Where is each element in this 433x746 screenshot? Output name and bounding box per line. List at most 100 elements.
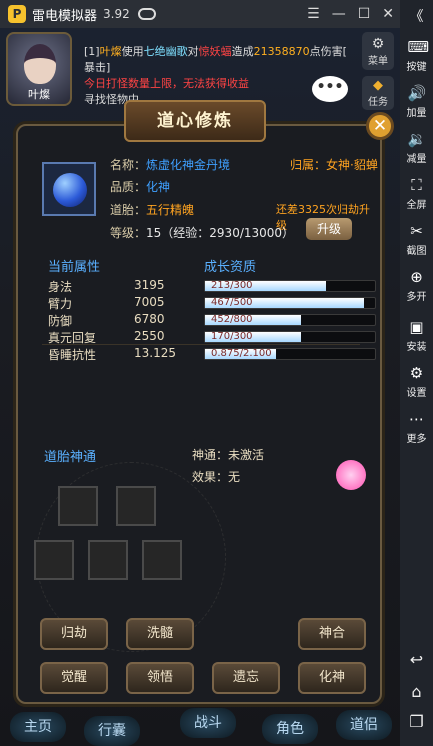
sidebar-item-multi-open[interactable]: ⊕ 多开 [400, 268, 433, 303]
sidebar-item-screenshot[interactable]: ✂ 截图 [400, 222, 433, 257]
item-slot[interactable] [42, 162, 96, 216]
nav-partner[interactable]: 道侣 [336, 710, 392, 740]
skill-slot[interactable] [58, 486, 98, 526]
minimize-icon[interactable]: — [332, 6, 346, 22]
growth-bar: 213/300 [204, 280, 376, 292]
growth-bar-text: 170/300 [211, 331, 253, 342]
emulator-logo-icon: P [8, 5, 26, 23]
belong-text: 归属：女神·貂蝉 [290, 158, 378, 172]
skill-slot[interactable] [34, 540, 74, 580]
attr-name: 防御 [48, 314, 73, 328]
bottom-nav: 主页 行囊 战斗 角色 道侣 [0, 704, 400, 746]
apk-install-icon: ▣ [409, 318, 424, 336]
more-icon: ⋯ [409, 410, 424, 428]
player-avatar[interactable]: 叶燦 [6, 32, 72, 106]
scissors-icon: ✂ [410, 222, 423, 240]
sidebar-item-settings[interactable]: ⚙ 设置 [400, 364, 433, 399]
attr-name: 昏睡抗性 [48, 348, 97, 362]
keyboard-icon: ⌨ [407, 38, 430, 56]
emulator-title: 雷电模拟器 [32, 8, 98, 24]
skill-slot[interactable] [116, 486, 156, 526]
volume-up-icon: 🔊 [407, 84, 427, 102]
growth-bar: 170/300 [204, 331, 376, 343]
sidebar-item-volume-up[interactable]: 🔊 加量 [400, 84, 433, 119]
yiwang-button[interactable]: 遗忘 [212, 662, 280, 694]
sidebar-item-keys[interactable]: ⌨ 按键 [400, 38, 433, 73]
blue-orb-icon [53, 173, 87, 207]
maximize-icon[interactable]: ☐ [358, 6, 371, 22]
quality-row: 品质：化神 [110, 180, 171, 194]
back-icon[interactable]: ↩ [400, 650, 433, 669]
growth-bar: 0.875/2.100 [204, 348, 376, 360]
close-panel-button[interactable]: ✕ [366, 112, 394, 140]
cultivation-panel: 名称：炼虚化神金丹境 归属：女神·貂蝉 品质：化神 道胎：五行精魄 还差3325… [16, 124, 382, 704]
collapse-sidebar-icon[interactable]: 《 [400, 6, 433, 26]
chat-bubble-icon[interactable]: ••• [312, 76, 348, 102]
growth-bar-text: 467/500 [211, 297, 253, 308]
skill-slot[interactable] [88, 540, 128, 580]
xisui-button[interactable]: 洗髓 [126, 618, 194, 650]
task-label: 任务 [368, 97, 388, 108]
divider [42, 344, 360, 345]
gear-icon: ⚙ [371, 36, 385, 52]
sidebar-item-label: 全屏 [406, 200, 427, 211]
menu-icon[interactable]: ☰ [307, 6, 320, 22]
sidebar-item-install[interactable]: ▣ 安装 [400, 318, 433, 353]
nav-bag[interactable]: 行囊 [84, 716, 140, 746]
nav-battle[interactable]: 战斗 [180, 708, 236, 738]
panel-title: 道心修炼 [124, 100, 266, 142]
task-button[interactable]: ◆ 任务 [362, 76, 394, 110]
sidebar-item-fullscreen[interactable]: ⛶ 全屏 [400, 176, 433, 211]
nav-role[interactable]: 角色 [262, 714, 318, 744]
attr-header: 当前属性 [48, 260, 101, 275]
growth-bar: 452/800 [204, 314, 376, 326]
volume-down-icon: 🔉 [407, 130, 427, 148]
menu-button[interactable]: ⚙ 菜单 [362, 32, 394, 70]
name-row: 名称：炼虚化神金丹境 [110, 158, 231, 172]
shenhe-button[interactable]: 神合 [298, 618, 366, 650]
window-controls: ☰ — ☐ ✕ [307, 0, 394, 28]
home-icon[interactable]: ⌂ [400, 682, 433, 701]
juexing-button[interactable]: 觉醒 [40, 662, 108, 694]
sidebar-item-more[interactable]: ⋯ 更多 [400, 410, 433, 445]
growth-bar-text: 452/800 [211, 314, 253, 325]
player-name: 叶燦 [28, 88, 50, 101]
close-icon[interactable]: ✕ [382, 6, 394, 22]
sidebar-item-label: 减量 [406, 154, 427, 165]
sidebar-item-label: 多开 [406, 292, 427, 303]
sidebar-item-label: 截图 [406, 246, 427, 257]
sidebar-item-volume-down[interactable]: 🔉 减量 [400, 130, 433, 165]
skill-slot[interactable] [142, 540, 182, 580]
gear-icon: ⚙ [409, 364, 424, 382]
sidebar-item-label: 安装 [406, 342, 427, 353]
nav-home[interactable]: 主页 [10, 712, 66, 742]
sidebar-item-label: 设置 [406, 388, 427, 399]
guijie-button[interactable]: 归劫 [40, 618, 108, 650]
fullscreen-icon: ⛶ [411, 176, 422, 194]
growth-bar: 467/500 [204, 297, 376, 309]
chat-line: 暴击] [84, 61, 111, 74]
emulator-version: 3.92 [103, 7, 130, 21]
attr-value: 2550 [134, 329, 165, 343]
attr-name: 身法 [48, 280, 73, 294]
lingwu-button[interactable]: 领悟 [126, 662, 194, 694]
growth-bar-text: 0.875/2.100 [211, 348, 272, 359]
emulator-titlebar: P 雷电模拟器 3.92 ☰ — ☐ ✕ [0, 0, 400, 28]
sidebar-item-label: 更多 [406, 434, 427, 445]
gamepad-icon[interactable] [137, 8, 156, 20]
emulator-sidebar: 《 ⌨ 按键 🔊 加量 🔉 减量 ⛶ 全屏 ✂ 截图 ⊕ 多开 ▣ 安装 ⚙ 设… [400, 0, 433, 746]
multi-open-icon: ⊕ [410, 268, 423, 286]
attr-name: 臂力 [48, 297, 73, 311]
upgrade-button[interactable]: 升级 [306, 218, 352, 240]
sidebar-item-label: 加量 [406, 108, 427, 119]
sidebar-item-label: 按键 [406, 62, 427, 73]
recent-apps-icon[interactable]: ❐ [400, 712, 433, 731]
huashen-button[interactable]: 化神 [298, 662, 366, 694]
menu-label: 菜单 [368, 56, 388, 67]
chat-log: [1]叶燦使用七绝幽歌对惊妖蝠造成21358870点伤害[ 暴击] 今日打怪数量… [84, 44, 352, 108]
skill-header: 道胎神通 [44, 450, 97, 465]
attr-value: 6780 [134, 312, 165, 326]
skill-row: 神通：未激活 [192, 448, 265, 462]
flower-icon[interactable] [336, 460, 366, 490]
level-row: 等级：15（经验：2930/13000） [110, 226, 295, 240]
